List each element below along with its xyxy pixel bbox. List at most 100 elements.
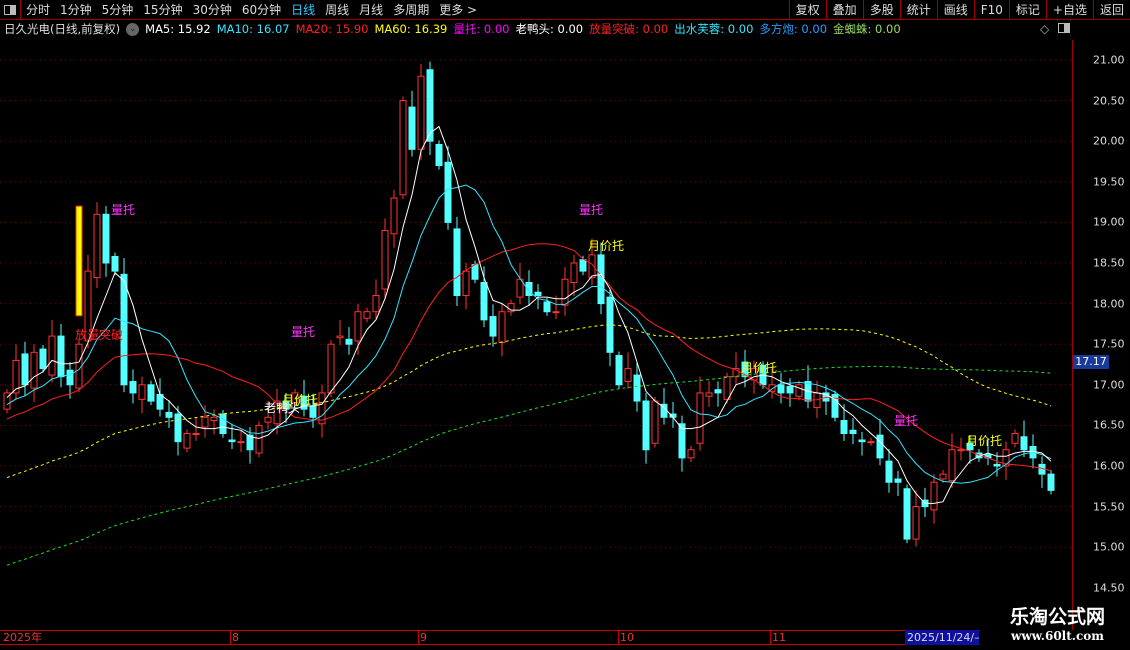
signal-label: 月价托 — [966, 433, 1003, 448]
price-axis: 21.00 20.50 20.00 19.50 19.00 18.50 18.00 17.50… — [1072, 40, 1130, 630]
candle-up — [723, 376, 731, 400]
time-tick: 2025年 — [3, 631, 42, 644]
candle-down — [102, 213, 110, 264]
legend-value: MA20: 15.90 — [295, 22, 369, 36]
candle-down — [228, 439, 236, 443]
candle-down — [471, 264, 479, 280]
watermark-url: www.60lt.com — [1011, 629, 1104, 643]
candle-up — [93, 213, 101, 279]
cursor-date-label: 2025/11/24/— — [905, 630, 979, 645]
signal-label: 量托 — [111, 203, 136, 218]
candle-up — [30, 351, 38, 389]
price-tick: 21.00 — [1093, 53, 1125, 67]
candle-down — [993, 463, 1001, 467]
price-tick: 15.50 — [1093, 500, 1125, 514]
candle-up — [399, 100, 407, 196]
candle-up — [264, 416, 272, 423]
candle-down — [39, 348, 47, 370]
price-tick: 19.00 — [1093, 215, 1125, 229]
stock-title: 日久光电(日线,前复权) — [4, 22, 121, 36]
time-axis: 2025年 8 9 10 11 — [0, 630, 980, 645]
candle-down — [633, 374, 641, 402]
time-tick: 10 — [618, 631, 634, 645]
candle-down — [858, 439, 866, 443]
signal-label: 月价托 — [282, 393, 319, 408]
candle-down — [57, 335, 65, 378]
candle-down — [111, 256, 119, 272]
candle-down — [408, 106, 416, 150]
ma5-line — [6, 125, 1052, 504]
candle-down — [444, 161, 452, 223]
candle-up — [930, 481, 938, 511]
candle-up — [1011, 433, 1019, 444]
candle-down — [615, 355, 623, 386]
price-tick: 17.00 — [1093, 378, 1125, 392]
legend-value: 多方炮: 0.00 — [759, 22, 828, 36]
candle-down — [714, 389, 722, 394]
kline-chart[interactable] — [0, 0, 1072, 630]
candle-down — [885, 460, 893, 483]
candle-up — [255, 424, 263, 454]
toolbar-button[interactable]: 返回 — [1092, 0, 1130, 20]
candle-up — [390, 197, 398, 235]
time-tick: 9 — [418, 631, 427, 645]
candle-up — [237, 441, 245, 444]
legend-value: MA5: 15.92 — [145, 22, 211, 36]
signal-label: 量托 — [291, 324, 316, 339]
legend-value: MA10: 16.07 — [216, 22, 290, 36]
candle-down — [903, 488, 911, 540]
signal-label: 量托 — [579, 203, 604, 218]
candle-up — [327, 343, 335, 394]
candle-up — [462, 270, 470, 296]
price-tick: 19.50 — [1093, 175, 1125, 189]
candle-up — [948, 449, 956, 482]
price-tick: 17.50 — [1093, 337, 1125, 351]
candle-down — [534, 291, 542, 296]
candle-up — [867, 441, 875, 444]
legend-value: 出水芙蓉: 0.00 — [674, 22, 754, 36]
candle-down — [876, 434, 884, 459]
candle-down — [489, 316, 497, 337]
price-tick: 16.00 — [1093, 459, 1125, 473]
price-tick: 16.50 — [1093, 418, 1125, 432]
candle-down — [219, 413, 227, 435]
legend-value: 金蜘蛛: 0.00 — [833, 22, 901, 36]
candle-up — [651, 400, 659, 444]
candle-up — [381, 230, 389, 290]
watermark-name: 乐淘公式网 — [1009, 606, 1105, 628]
watermark: 乐淘公式网 www.60lt.com — [985, 606, 1130, 644]
ma10-line — [6, 184, 1052, 484]
price-tick: 15.00 — [1093, 540, 1125, 554]
candle-down — [453, 228, 461, 296]
candle-down — [543, 301, 551, 313]
ma60-line — [6, 324, 1052, 479]
current-price-label: 17.17 — [1073, 355, 1109, 369]
legend-value: 老鸭头: 0.00 — [515, 22, 584, 36]
candle-up — [687, 449, 695, 459]
candle-down — [129, 381, 137, 394]
candle-down — [426, 69, 434, 142]
candle-up — [696, 392, 704, 444]
candle-down — [786, 385, 794, 394]
time-tick: 11 — [770, 631, 786, 645]
candle-down — [849, 429, 857, 435]
legend-value: 放量突破: 0.00 — [589, 22, 669, 36]
candle-down — [597, 254, 605, 305]
candle-down — [174, 413, 182, 443]
candle-up — [795, 384, 803, 397]
candle-down — [480, 281, 488, 321]
candle-up — [192, 433, 200, 436]
ma120-line — [6, 365, 1052, 566]
candle-up — [48, 335, 56, 376]
price-tick: 14.50 — [1093, 581, 1125, 595]
chevron-down-icon[interactable]: ⌄ — [126, 22, 140, 36]
candle-down — [66, 369, 74, 386]
candle-up — [417, 75, 425, 150]
candle-down — [1047, 473, 1055, 491]
candle-down — [840, 420, 848, 435]
candle-down — [147, 384, 155, 402]
candle-up — [372, 294, 380, 313]
candle-up — [957, 449, 965, 452]
indicator-legend: 日久光电(日线,前复权) ⌄ MA5: 15.92 MA10: 16.07 MA20… — [4, 21, 907, 37]
candle-up — [705, 392, 713, 397]
